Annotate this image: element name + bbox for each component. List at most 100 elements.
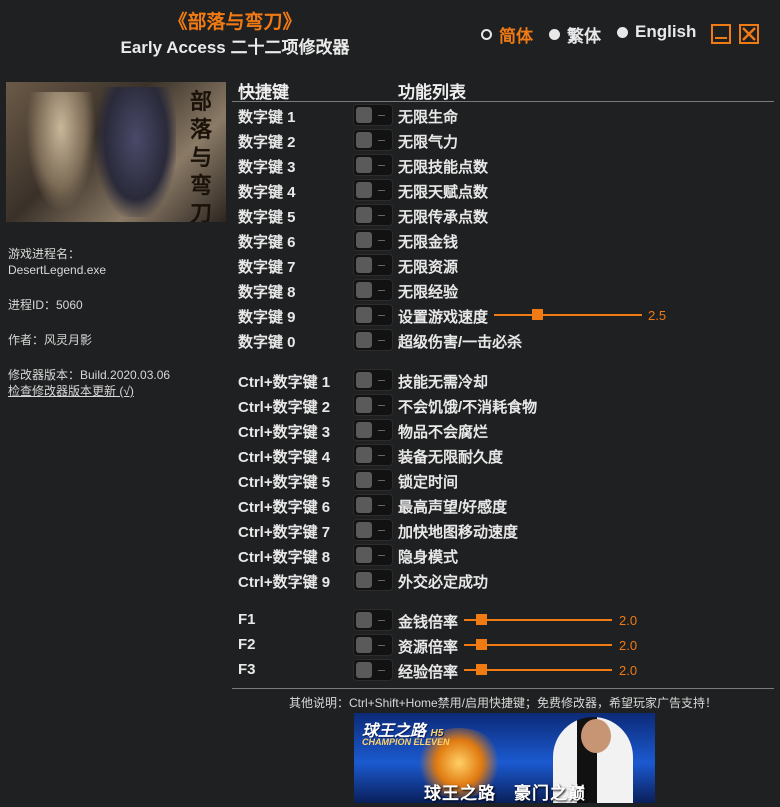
toggle-mark [378,620,385,621]
toggle-knob [356,182,372,198]
cheat-row: F1 金钱倍率 2.0 [0,608,780,633]
value-slider[interactable] [464,664,612,675]
footer-note: 其他说明：Ctrl+Shift+Home禁用/启用快捷键；免费修改器，希望玩家广… [288,696,718,710]
toggle-knob [356,372,372,388]
cheat-toggle[interactable] [353,419,393,441]
lang-english[interactable]: English [617,22,696,42]
feature-label: 经验倍率 [398,664,459,681]
slider-handle[interactable] [476,614,487,625]
cheat-toggle[interactable] [353,329,393,351]
feature-label: 无限生命 [398,109,459,126]
toggle-mark [378,165,385,166]
toggle-mark [378,340,385,341]
toggle-knob [356,662,372,678]
cheat-toggle[interactable] [353,254,393,276]
cheat-row: Ctrl+数字键 3 物品不会腐烂 [0,418,780,443]
close-icon[interactable] [739,24,759,44]
feature-label: 无限气力 [398,134,459,151]
cheat-row: Ctrl+数字键 4 装备无限耐久度 [0,443,780,468]
feature-label: 无限金钱 [398,234,459,251]
minimize-icon[interactable] [711,24,731,44]
slider-value: 2.0 [619,613,638,628]
feature-label: 无限技能点数 [398,159,489,176]
cheat-toggle[interactable] [353,609,393,631]
cheat-row: 数字键 2 无限气力 [0,128,780,153]
cheat-row: 数字键 9 设置游戏速度 2.5 [0,303,780,328]
radio-icon [617,26,628,38]
cheat-toggle[interactable] [353,444,393,466]
slider-handle[interactable] [476,639,487,650]
cheat-row: Ctrl+数字键 9 外交必定成功 [0,568,780,593]
cheat-toggle[interactable] [353,394,393,416]
cheat-toggle[interactable] [353,179,393,201]
toggle-mark [378,480,385,481]
cheat-toggle[interactable] [353,544,393,566]
cheat-row: 数字键 8 无限经验 [0,278,780,303]
toggle-mark [378,455,385,456]
toggle-knob [356,107,372,123]
cheat-row: 数字键 7 无限资源 [0,253,780,278]
slider-value: 2.5 [648,308,667,323]
radio-icon [549,29,560,40]
cheat-toggle[interactable] [353,634,393,656]
cheat-toggle[interactable] [353,304,393,326]
toggle-knob [356,447,372,463]
cheat-toggle[interactable] [353,659,393,681]
cheat-toggle[interactable] [353,369,393,391]
features-column-header: 功能列表 [398,83,466,102]
feature-label: 无限资源 [398,259,459,276]
feature-label: 锁定时间 [398,474,459,491]
ad-banner[interactable]: 球王之路 H5 CHAMPION ELEVEN 球王之路 豪门之巅 [354,713,655,803]
toggle-knob [356,612,372,628]
toggle-mark [378,670,385,671]
toggle-knob [356,522,372,538]
feature-label: 技能无需冷却 [398,374,489,391]
cheat-row: F3 经验倍率 2.0 [0,658,780,683]
cheat-toggle[interactable] [353,494,393,516]
feature-label: 装备无限耐久度 [398,449,504,466]
cheat-row: Ctrl+数字键 5 锁定时间 [0,468,780,493]
slider-handle[interactable] [476,664,487,675]
cheat-toggle[interactable] [353,569,393,591]
feature-label: 不会饥饿/不消耗食物 [398,399,538,416]
cheat-toggle[interactable] [353,229,393,251]
feature-label: 无限传承点数 [398,209,489,226]
hotkey-label: 数字键 6 [238,234,296,251]
toggle-mark [378,430,385,431]
cheat-row: 数字键 5 无限传承点数 [0,203,780,228]
cheat-toggle[interactable] [353,469,393,491]
feature-label: 物品不会腐烂 [398,424,489,441]
value-slider[interactable] [494,309,642,320]
hotkey-label: Ctrl+数字键 4 [238,449,331,466]
hotkey-label: 数字键 1 [238,109,296,126]
feature-label: 最高声望/好感度 [398,499,508,516]
toggle-knob [356,207,372,223]
toggle-knob [356,397,372,413]
value-slider[interactable] [464,614,612,625]
lang-traditional[interactable]: 繁体 [549,22,601,47]
lang-simplified[interactable]: 简体 [481,22,533,47]
lang-label: English [635,22,697,41]
lang-label: 繁体 [567,27,601,46]
slider-handle[interactable] [532,309,543,320]
hotkey-label: Ctrl+数字键 6 [238,499,331,516]
cheat-toggle[interactable] [353,519,393,541]
hotkey-label: 数字键 3 [238,159,296,176]
cheat-toggle[interactable] [353,204,393,226]
feature-label: 外交必定成功 [398,574,489,591]
cheat-row: Ctrl+数字键 8 隐身模式 [0,543,780,568]
cheat-toggle[interactable] [353,154,393,176]
hotkey-label: Ctrl+数字键 1 [238,374,331,391]
value-slider[interactable] [464,639,612,650]
cheat-toggle[interactable] [353,129,393,151]
toggle-mark [378,315,385,316]
hotkey-label: Ctrl+数字键 5 [238,474,331,491]
cheat-row: 数字键 1 无限生命 [0,103,780,128]
toggle-knob [356,132,372,148]
cheat-row: 数字键 4 无限天赋点数 [0,178,780,203]
cheat-toggle[interactable] [353,279,393,301]
cheat-row: F2 资源倍率 2.0 [0,633,780,658]
toggle-knob [356,422,372,438]
cheat-toggle[interactable] [353,104,393,126]
header-divider [232,101,774,102]
